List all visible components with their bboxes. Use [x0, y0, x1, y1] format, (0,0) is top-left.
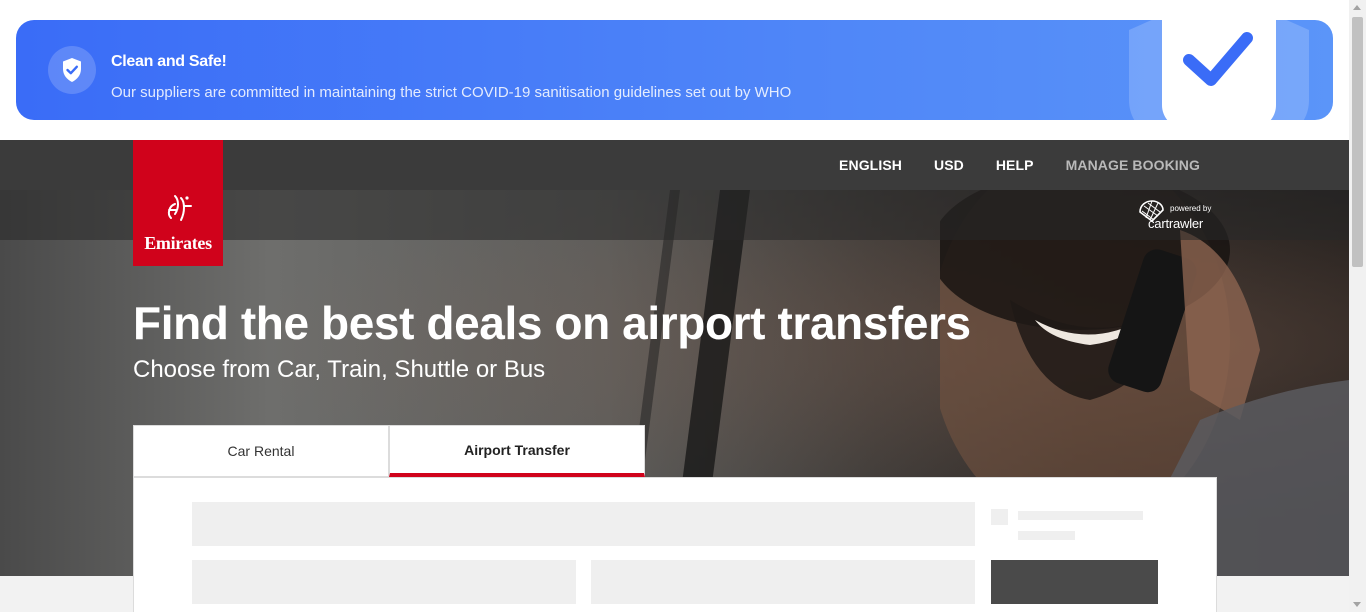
manage-booking-link[interactable]: MANAGE BOOKING	[1066, 157, 1200, 173]
cartrawler-name: cartrawler	[1148, 216, 1204, 231]
language-selector[interactable]: ENGLISH	[839, 157, 902, 173]
hero-subtitle: Choose from Car, Train, Shuttle or Bus	[133, 356, 546, 383]
banner-text: Our suppliers are committed in maintaini…	[111, 84, 792, 101]
logo-text: Emirates	[144, 233, 212, 253]
powered-by-cartrawler: powered by cartrawler	[1138, 200, 1213, 234]
currency-selector[interactable]: USD	[934, 157, 964, 173]
vertical-scrollbar[interactable]	[1349, 0, 1366, 612]
help-link[interactable]: HELP	[996, 157, 1034, 173]
emirates-calligraphy-icon	[163, 192, 193, 229]
checkbox-label-placeholder	[1018, 511, 1143, 520]
scrollbar-thumb[interactable]	[1352, 17, 1363, 267]
search-panel	[133, 477, 1217, 612]
emirates-logo[interactable]: Emirates	[133, 140, 223, 266]
tab-car-rental[interactable]: Car Rental	[133, 425, 389, 477]
scroll-down-arrow-icon[interactable]	[1353, 602, 1361, 607]
covid-banner: Clean and Safe! Our suppliers are commit…	[16, 20, 1333, 120]
tab-airport-transfer[interactable]: Airport Transfer	[389, 425, 645, 477]
search-button-placeholder[interactable]	[991, 560, 1158, 604]
top-nav: ENGLISH USD HELP MANAGE BOOKING	[839, 140, 1200, 190]
search-tabs: Car Rental Airport Transfer	[133, 425, 646, 477]
pickup-location-placeholder[interactable]	[192, 502, 975, 546]
scroll-up-arrow-icon[interactable]	[1353, 5, 1361, 10]
checkbox-placeholder[interactable]	[991, 509, 1008, 525]
hero-title: Find the best deals on airport transfers	[133, 297, 971, 349]
banner-title: Clean and Safe!	[111, 53, 227, 70]
time-field-placeholder[interactable]	[591, 560, 975, 604]
powered-by-label: powered by	[1170, 204, 1212, 213]
page: Clean and Safe! Our suppliers are commit…	[0, 0, 1366, 612]
shield-illustration-icon	[1129, 20, 1309, 120]
checkbox-sublabel-placeholder	[1018, 531, 1075, 540]
shield-check-icon	[48, 46, 96, 94]
date-field-placeholder[interactable]	[192, 560, 576, 604]
